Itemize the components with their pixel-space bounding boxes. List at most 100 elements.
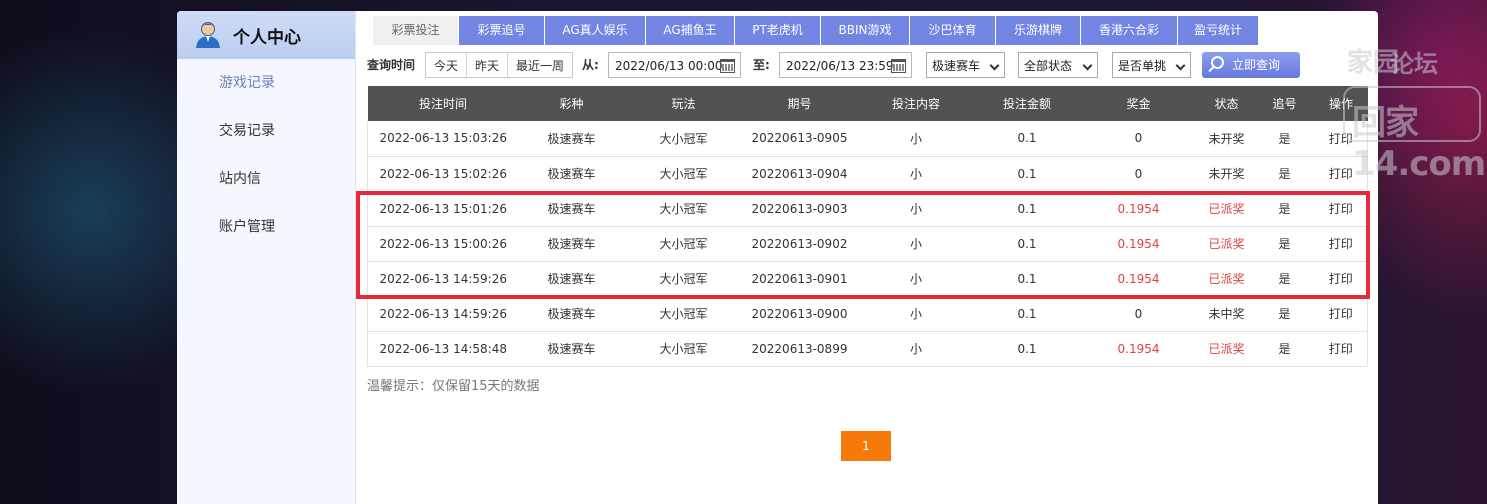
col-header-chase: 追号 xyxy=(1254,86,1315,121)
col-header-prize: 奖金 xyxy=(1078,86,1199,121)
cell-status: 未开奖 xyxy=(1198,156,1255,192)
cell-status: 已派奖 xyxy=(1198,226,1255,262)
cell-lottery: 极速赛车 xyxy=(518,296,625,332)
sidebar-title: 个人中心 xyxy=(233,27,301,48)
cell-period: 20220613-0905 xyxy=(742,121,857,157)
bet-records-table: 投注时间 彩种 玩法 期号 投注内容 投注金额 奖金 状态 追号 操作 2022… xyxy=(367,86,1368,367)
cell-period: 20220613-0903 xyxy=(742,191,857,227)
from-date-value: 2022/06/13 00:00 xyxy=(615,59,723,73)
cell-print-action[interactable]: 打印 xyxy=(1314,331,1368,367)
page-button-current[interactable]: 1 xyxy=(841,431,891,461)
retention-tip: 温馨提示：仅保留15天的数据 xyxy=(367,379,540,394)
tab-profit-loss[interactable]: 盈亏统计 xyxy=(1178,16,1258,45)
cell-bet-content: 小 xyxy=(856,331,976,367)
query-button-label: 立即查询 xyxy=(1232,58,1281,72)
quick-range-group: 今天 昨天 最近一周 xyxy=(425,52,574,78)
cell-status: 未开奖 xyxy=(1198,121,1255,157)
query-time-label: 查询时间 xyxy=(367,58,416,72)
cell-status: 已派奖 xyxy=(1198,191,1255,227)
cell-bet-time: 2022-06-13 14:58:48 xyxy=(367,331,519,367)
calendar-icon[interactable] xyxy=(891,59,906,73)
col-header-status: 状态 xyxy=(1198,86,1255,121)
search-icon xyxy=(1211,56,1224,69)
table-row: 2022-06-13 15:00:26 极速赛车 大小冠军 20220613-0902… xyxy=(367,226,1368,262)
tab-pt-slots[interactable]: PT老虎机 xyxy=(735,16,820,45)
tab-ag-live[interactable]: AG真人娱乐 xyxy=(545,16,645,45)
cell-period: 20220613-0899 xyxy=(742,331,857,367)
cell-play: 大小冠军 xyxy=(624,156,743,192)
cell-prize: 0 xyxy=(1078,156,1199,192)
table-row: 2022-06-13 14:59:26 极速赛车 大小冠军 20220613-0901… xyxy=(367,261,1368,297)
cell-print-action[interactable]: 打印 xyxy=(1314,261,1368,297)
col-header-period: 期号 xyxy=(742,86,857,121)
personal-center-panel: 个人中心 游戏记录 交易记录 站内信 账户管理 彩票投注 彩票追号 AG真人娱乐… xyxy=(177,11,1378,504)
col-header-action: 操作 xyxy=(1314,86,1368,121)
cell-bet-time: 2022-06-13 15:01:26 xyxy=(367,191,519,227)
cell-bet-content: 小 xyxy=(856,226,976,262)
cell-bet-amount: 0.1 xyxy=(975,156,1079,192)
table-row: 2022-06-13 15:01:26 极速赛车 大小冠军 20220613-0903… xyxy=(367,191,1368,227)
cell-period: 20220613-0904 xyxy=(742,156,857,192)
cell-play: 大小冠军 xyxy=(624,226,743,262)
cell-play: 大小冠军 xyxy=(624,296,743,332)
single-pick-select[interactable]: 是否单挑 xyxy=(1112,52,1191,78)
main-content: 彩票投注 彩票追号 AG真人娱乐 AG捕鱼王 PT老虎机 BBIN游戏 沙巴体育… xyxy=(357,11,1378,504)
cell-bet-amount: 0.1 xyxy=(975,121,1079,157)
col-header-bet-time: 投注时间 xyxy=(367,86,519,121)
quick-today-button[interactable]: 今天 xyxy=(426,53,468,77)
cell-prize: 0.1954 xyxy=(1078,226,1199,262)
col-header-lottery: 彩种 xyxy=(518,86,625,121)
tab-saba-sports[interactable]: 沙巴体育 xyxy=(910,16,995,45)
cell-lottery: 极速赛车 xyxy=(518,331,625,367)
sidebar-item-transaction-records[interactable]: 交易记录 xyxy=(177,107,355,155)
cell-status: 未中奖 xyxy=(1198,296,1255,332)
watermark-line1b: 论坛 xyxy=(1390,50,1438,78)
cell-lottery: 极速赛车 xyxy=(518,226,625,262)
table-row: 2022-06-13 14:58:48 极速赛车 大小冠军 20220613-0899… xyxy=(367,331,1368,367)
cell-print-action[interactable]: 打印 xyxy=(1314,121,1368,157)
tab-bar: 彩票投注 彩票追号 AG真人娱乐 AG捕鱼王 PT老虎机 BBIN游戏 沙巴体育… xyxy=(373,16,1259,45)
calendar-icon[interactable] xyxy=(720,59,735,73)
from-label: 从: xyxy=(582,58,599,72)
cell-bet-content: 小 xyxy=(856,191,976,227)
cell-status: 已派奖 xyxy=(1198,331,1255,367)
to-date-input[interactable]: 2022/06/13 23:59 xyxy=(779,52,912,78)
filter-bar: 查询时间 今天 昨天 最近一周 从: 2022/06/13 00:00 至: 2… xyxy=(367,52,1378,80)
cell-bet-time: 2022-06-13 15:02:26 xyxy=(367,156,519,192)
cell-print-action[interactable]: 打印 xyxy=(1314,296,1368,332)
cell-lottery: 极速赛车 xyxy=(518,191,625,227)
col-header-bet-content: 投注内容 xyxy=(856,86,976,121)
quick-last-week-button[interactable]: 最近一周 xyxy=(508,53,572,77)
table-row: 2022-06-13 15:02:26 极速赛车 大小冠军 20220613-0904… xyxy=(367,156,1368,192)
tab-bbin-games[interactable]: BBIN游戏 xyxy=(821,16,909,45)
tab-hk-mark-six[interactable]: 香港六合彩 xyxy=(1081,16,1177,45)
tab-leyou-chess[interactable]: 乐游棋牌 xyxy=(996,16,1080,45)
cell-bet-amount: 0.1 xyxy=(975,191,1079,227)
cell-bet-amount: 0.1 xyxy=(975,261,1079,297)
sidebar-item-messages[interactable]: 站内信 xyxy=(177,155,355,203)
sidebar-item-account-management[interactable]: 账户管理 xyxy=(177,203,355,251)
cell-period: 20220613-0901 xyxy=(742,261,857,297)
cell-print-action[interactable]: 打印 xyxy=(1314,226,1368,262)
user-avatar-icon xyxy=(196,22,220,48)
cell-chase: 是 xyxy=(1254,191,1315,227)
cell-bet-content: 小 xyxy=(856,261,976,297)
tab-ag-fishing[interactable]: AG捕鱼王 xyxy=(646,16,734,45)
cell-play: 大小冠军 xyxy=(624,331,743,367)
cell-bet-amount: 0.1 xyxy=(975,296,1079,332)
game-select[interactable]: 极速赛车 xyxy=(926,52,1005,78)
to-label: 至: xyxy=(753,58,770,72)
cell-lottery: 极速赛车 xyxy=(518,261,625,297)
cell-print-action[interactable]: 打印 xyxy=(1314,156,1368,192)
tab-lottery-bets[interactable]: 彩票投注 xyxy=(373,16,458,45)
query-button[interactable]: 立即查询 xyxy=(1202,52,1300,78)
from-date-input[interactable]: 2022/06/13 00:00 xyxy=(608,52,741,78)
cell-period: 20220613-0902 xyxy=(742,226,857,262)
status-select[interactable]: 全部状态 xyxy=(1018,52,1098,78)
cell-chase: 是 xyxy=(1254,156,1315,192)
tab-lottery-chase[interactable]: 彩票追号 xyxy=(459,16,544,45)
cell-print-action[interactable]: 打印 xyxy=(1314,191,1368,227)
quick-yesterday-button[interactable]: 昨天 xyxy=(467,53,509,77)
col-header-play: 玩法 xyxy=(624,86,743,121)
sidebar-item-game-records[interactable]: 游戏记录 xyxy=(177,59,355,107)
